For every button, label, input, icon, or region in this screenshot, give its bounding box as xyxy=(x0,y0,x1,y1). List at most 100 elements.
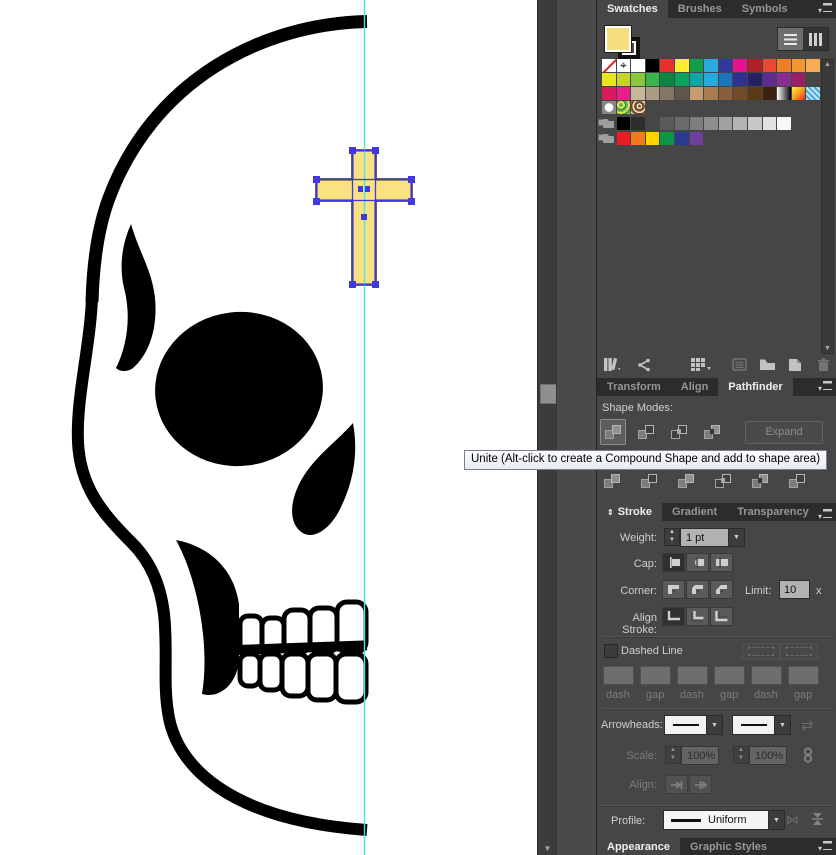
swatch[interactable] xyxy=(704,73,718,86)
swatch[interactable] xyxy=(718,117,733,130)
add-selected-icon[interactable] xyxy=(630,356,659,374)
swatch[interactable] xyxy=(631,132,645,145)
panel-menu-icon[interactable]: ▾ xyxy=(817,841,833,853)
swatch[interactable] xyxy=(733,73,747,86)
swatch[interactable] xyxy=(645,87,660,100)
swatch-scroll-down-icon[interactable]: ▼ xyxy=(822,345,833,352)
swatch[interactable] xyxy=(674,87,689,100)
swatch[interactable] xyxy=(762,87,777,100)
swatch[interactable] xyxy=(733,87,747,100)
fill-proxy[interactable] xyxy=(604,25,632,53)
tab-graphic-styles[interactable]: Graphic Styles xyxy=(680,838,777,855)
swatch-folder[interactable] xyxy=(602,117,616,130)
swatch[interactable] xyxy=(689,73,704,86)
divide-button[interactable] xyxy=(599,468,625,494)
exclude-button[interactable] xyxy=(699,419,725,445)
swatch[interactable] xyxy=(674,117,689,130)
swatch[interactable] xyxy=(806,59,820,72)
swatch[interactable] xyxy=(747,117,762,130)
crop-button[interactable] xyxy=(710,468,736,494)
tab-align[interactable]: Align xyxy=(671,378,719,396)
swatch[interactable] xyxy=(674,132,689,145)
tab-transparency[interactable]: Transparency xyxy=(727,503,819,521)
swatch[interactable] xyxy=(674,73,689,86)
swatch[interactable] xyxy=(616,117,631,130)
stepper-up-icon[interactable]: ▲ xyxy=(665,529,679,537)
swatch[interactable] xyxy=(704,87,718,100)
swatch-grad-fire[interactable] xyxy=(791,87,806,100)
swatch[interactable] xyxy=(616,87,631,100)
swatch[interactable] xyxy=(689,132,704,145)
scrollbar-thumb[interactable] xyxy=(540,384,557,404)
swatch[interactable] xyxy=(689,117,704,130)
tab-pathfinder[interactable]: Pathfinder xyxy=(718,378,793,396)
swatch[interactable] xyxy=(689,87,704,100)
bevel-join-button[interactable] xyxy=(710,580,733,599)
butt-cap-button[interactable] xyxy=(662,553,685,572)
weight-stepper[interactable]: ▲ ▼ xyxy=(664,528,680,546)
align-outside-button[interactable] xyxy=(710,607,733,626)
round-cap-button[interactable] xyxy=(686,553,709,572)
swatch[interactable] xyxy=(777,117,791,130)
swatch-none[interactable] xyxy=(602,59,616,72)
limit-field[interactable]: 10 xyxy=(779,580,810,599)
swatch[interactable] xyxy=(733,117,747,130)
swatch[interactable] xyxy=(762,59,777,72)
swatch[interactable] xyxy=(616,73,631,86)
swatch-libraries-menu-icon[interactable] xyxy=(597,356,630,374)
swatch-pat-dots[interactable] xyxy=(602,101,616,114)
dashed-line-checkbox[interactable] xyxy=(604,644,618,658)
arrowhead-end-combo[interactable]: ▼ xyxy=(732,715,791,735)
tab-transform[interactable]: Transform xyxy=(597,378,671,396)
outline-button[interactable] xyxy=(747,468,773,494)
merge-button[interactable] xyxy=(673,468,699,494)
intersect-button[interactable] xyxy=(666,419,692,445)
swatch[interactable] xyxy=(747,73,762,86)
swatch-grad-bw[interactable] xyxy=(777,87,791,100)
swatch[interactable] xyxy=(689,59,704,72)
swatch[interactable] xyxy=(777,59,791,72)
dropdown-icon[interactable]: ▼ xyxy=(707,715,723,735)
swatch-folder[interactable] xyxy=(602,132,616,145)
expand-button[interactable]: Expand xyxy=(745,421,823,444)
swatch[interactable] xyxy=(631,87,645,100)
swatch[interactable] xyxy=(645,117,660,130)
tab-brushes[interactable]: Brushes xyxy=(668,0,732,18)
round-join-button[interactable] xyxy=(686,580,709,599)
tab-symbols[interactable]: Symbols xyxy=(732,0,798,18)
swatch[interactable] xyxy=(645,73,660,86)
swatch[interactable] xyxy=(777,73,791,86)
swatch[interactable] xyxy=(660,117,674,130)
swatch[interactable] xyxy=(660,87,674,100)
dropdown-icon[interactable]: ▼ xyxy=(775,715,791,735)
swatch[interactable] xyxy=(718,87,733,100)
swatch[interactable] xyxy=(602,73,616,86)
panel-menu-icon[interactable]: ▾ xyxy=(817,3,833,15)
align-center-button[interactable] xyxy=(662,607,685,626)
scrollbar-down-arrow-icon[interactable]: ▼ xyxy=(538,842,557,855)
swatch-registration[interactable] xyxy=(616,59,631,72)
canvas-vertical-scrollbar[interactable]: ▼ xyxy=(537,0,557,855)
swatch[interactable] xyxy=(718,59,733,72)
tab-stroke[interactable]: ⇕ Stroke xyxy=(597,503,662,521)
unite-button[interactable] xyxy=(600,419,626,445)
swatch[interactable] xyxy=(747,59,762,72)
swatch-scrollbar[interactable]: ▲ ▼ xyxy=(821,59,834,354)
swatch[interactable] xyxy=(616,132,631,145)
swatch-scroll-up-icon[interactable]: ▲ xyxy=(822,61,833,68)
swatch[interactable] xyxy=(660,59,674,72)
artboard-canvas[interactable] xyxy=(0,0,537,855)
swatch[interactable] xyxy=(631,73,645,86)
swatch[interactable] xyxy=(602,87,616,100)
swatch[interactable] xyxy=(645,132,660,145)
swatch[interactable] xyxy=(791,59,806,72)
skull-artwork[interactable] xyxy=(71,15,369,836)
weight-dropdown-icon[interactable]: ▼ xyxy=(729,528,745,547)
minus-back-button[interactable] xyxy=(784,468,810,494)
miter-join-button[interactable] xyxy=(662,580,685,599)
tab-swatches[interactable]: Swatches xyxy=(597,0,668,18)
grid-view-button[interactable] xyxy=(803,28,828,50)
swatch-pat-checker-blue[interactable] xyxy=(806,87,820,100)
swatch[interactable] xyxy=(791,73,806,86)
swatch[interactable] xyxy=(704,117,718,130)
